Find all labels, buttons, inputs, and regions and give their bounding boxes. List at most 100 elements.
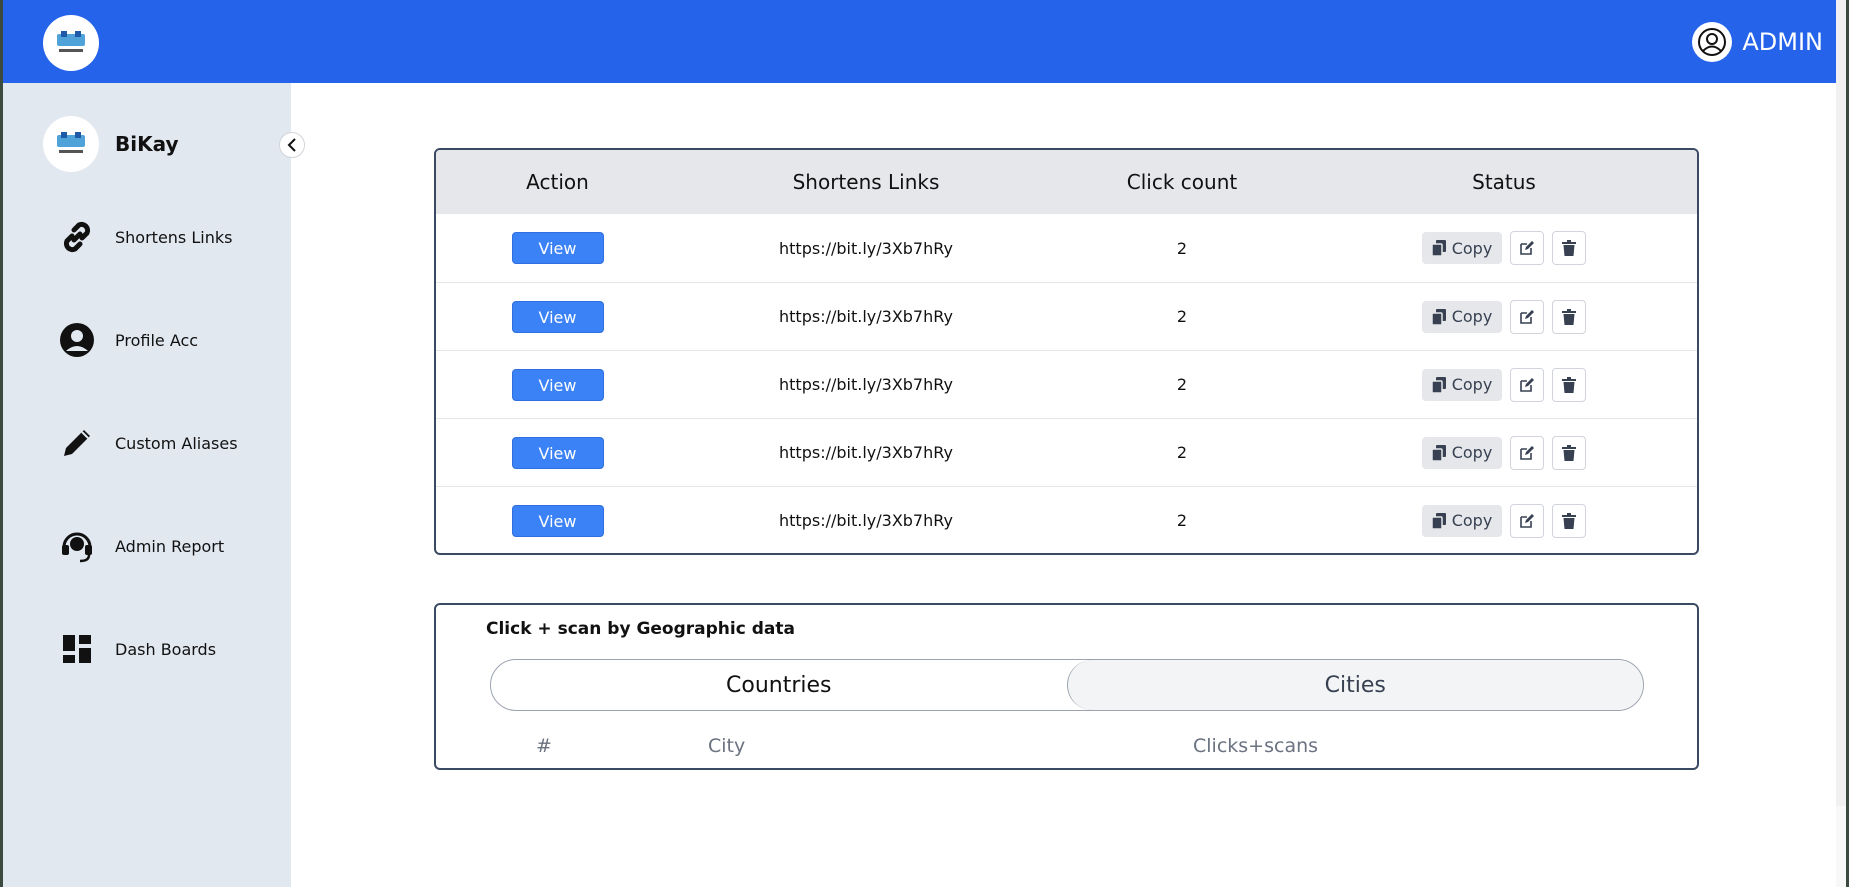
copy-label: Copy: [1451, 443, 1493, 462]
column-header-number: #: [536, 735, 552, 757]
geo-title: Click + scan by Geographic data: [486, 619, 795, 639]
logo-mark-icon: [57, 31, 85, 52]
view-button[interactable]: View: [511, 300, 604, 333]
geo-toggle: Countries Cities: [490, 659, 1644, 711]
copy-icon: [1431, 512, 1446, 529]
action-cell: View: [436, 368, 679, 401]
sidebar-item-profile-acc[interactable]: Profile Acc: [57, 318, 198, 362]
copy-label: Copy: [1451, 238, 1493, 258]
geo-card: Click + scan by Geographic data Countrie…: [434, 603, 1699, 770]
admin-label: ADMIN: [1742, 28, 1823, 56]
click-count: 2: [1176, 443, 1188, 462]
edit-icon: [1520, 241, 1535, 255]
table-body: View https://bit.ly/3Xb7hRy 2 Copy View …: [436, 214, 1697, 553]
copy-button[interactable]: Copy: [1421, 436, 1503, 469]
sidebar: BiKay Shortens Links Profile Acc Custom …: [3, 83, 291, 887]
scrollbar-track: [1836, 806, 1846, 887]
sidebar-brand: BiKay: [43, 116, 179, 172]
column-header-count: Click count: [1126, 169, 1238, 194]
link-icon: [57, 217, 97, 257]
column-header-status: Status: [1472, 169, 1536, 194]
action-cell: View: [436, 436, 679, 469]
view-button[interactable]: View: [511, 232, 604, 264]
table-header: Action Shortens Links Click count Status: [436, 150, 1697, 214]
sidebar-item-dash-boards[interactable]: Dash Boards: [57, 627, 216, 671]
delete-button[interactable]: [1552, 503, 1587, 538]
logo-mark-icon: [57, 132, 85, 153]
copy-button[interactable]: Copy: [1421, 300, 1503, 333]
copy-icon: [1431, 376, 1446, 393]
table-row: View https://bit.ly/3Xb7hRy 2 Copy: [436, 282, 1697, 350]
status-cell: Copy: [1311, 367, 1697, 402]
sidebar-item-label: Admin Report: [115, 536, 225, 556]
dashboard-icon: [57, 629, 97, 669]
copy-icon: [1431, 308, 1446, 325]
table-row: View https://bit.ly/3Xb7hRy 2 Copy: [436, 350, 1697, 418]
view-button[interactable]: View: [511, 436, 604, 469]
status-cell: Copy: [1311, 231, 1697, 265]
edit-button[interactable]: [1510, 435, 1545, 470]
copy-icon: [1431, 444, 1446, 461]
brand-name: BiKay: [115, 132, 179, 156]
copy-button[interactable]: Copy: [1421, 232, 1503, 264]
copy-button[interactable]: Copy: [1421, 504, 1503, 537]
delete-button[interactable]: [1552, 367, 1587, 402]
links-table: Action Shortens Links Click count Status…: [434, 148, 1699, 555]
bikay-logo[interactable]: [43, 15, 99, 71]
status-cell: Copy: [1311, 299, 1697, 334]
admin-menu[interactable]: ADMIN: [1692, 22, 1823, 62]
click-count: 2: [1176, 511, 1188, 530]
action-cell: View: [436, 300, 679, 333]
column-header-clicks-scans: Clicks+scans: [1193, 735, 1319, 757]
trash-icon: [1562, 512, 1577, 529]
action-cell: View: [436, 232, 679, 264]
edit-icon: [1520, 513, 1535, 528]
edit-button[interactable]: [1510, 367, 1545, 402]
copy-label: Copy: [1451, 511, 1493, 530]
user-circle-icon: [57, 320, 97, 360]
sidebar-item-label: Dash Boards: [115, 639, 217, 659]
edit-icon: [1520, 377, 1535, 392]
click-count: 2: [1176, 238, 1188, 258]
short-link: https://bit.ly/3Xb7hRy: [779, 443, 953, 462]
sidebar-item-label: Profile Acc: [115, 330, 199, 350]
click-count: 2: [1176, 375, 1188, 394]
top-bar: ADMIN: [3, 0, 1839, 83]
edit-icon: [1520, 445, 1535, 460]
edit-button[interactable]: [1510, 299, 1545, 334]
action-cell: View: [436, 504, 679, 537]
app-window: ADMIN BiKay Shortens Links Profile Acc C…: [3, 0, 1839, 887]
edit-button[interactable]: [1510, 231, 1545, 265]
user-avatar-icon: [1692, 22, 1733, 62]
edit-icon: [1520, 309, 1535, 324]
status-cell: Copy: [1311, 503, 1697, 538]
short-link: https://bit.ly/3Xb7hRy: [779, 511, 953, 530]
page-scrollbar[interactable]: [1836, 0, 1846, 806]
brand-logo: [43, 116, 99, 172]
copy-label: Copy: [1451, 307, 1493, 326]
sidebar-item-admin-report[interactable]: Admin Report: [57, 524, 224, 568]
sidebar-item-shortens-links[interactable]: Shortens Links: [57, 215, 232, 259]
trash-icon: [1562, 240, 1577, 256]
view-button[interactable]: View: [511, 504, 604, 537]
trash-icon: [1562, 376, 1577, 393]
view-button[interactable]: View: [511, 368, 604, 401]
sidebar-item-custom-aliases[interactable]: Custom Aliases: [57, 421, 238, 465]
tab-countries[interactable]: Countries: [491, 660, 1067, 710]
short-link: https://bit.ly/3Xb7hRy: [779, 375, 953, 394]
click-count: 2: [1176, 307, 1188, 326]
delete-button[interactable]: [1552, 231, 1587, 265]
collapse-sidebar-button[interactable]: [279, 132, 305, 158]
delete-button[interactable]: [1552, 299, 1587, 334]
copy-label: Copy: [1451, 375, 1493, 394]
sidebar-item-label: Custom Aliases: [115, 433, 238, 453]
table-row: View https://bit.ly/3Xb7hRy 2 Copy: [436, 214, 1697, 282]
edit-button[interactable]: [1510, 503, 1545, 538]
copy-button[interactable]: Copy: [1421, 368, 1503, 401]
chevron-left-icon: [287, 138, 296, 152]
sidebar-item-label: Shortens Links: [115, 227, 233, 247]
tab-cities[interactable]: Cities: [1066, 660, 1643, 710]
pencil-icon: [57, 423, 97, 463]
delete-button[interactable]: [1552, 435, 1587, 470]
trash-icon: [1562, 308, 1577, 325]
